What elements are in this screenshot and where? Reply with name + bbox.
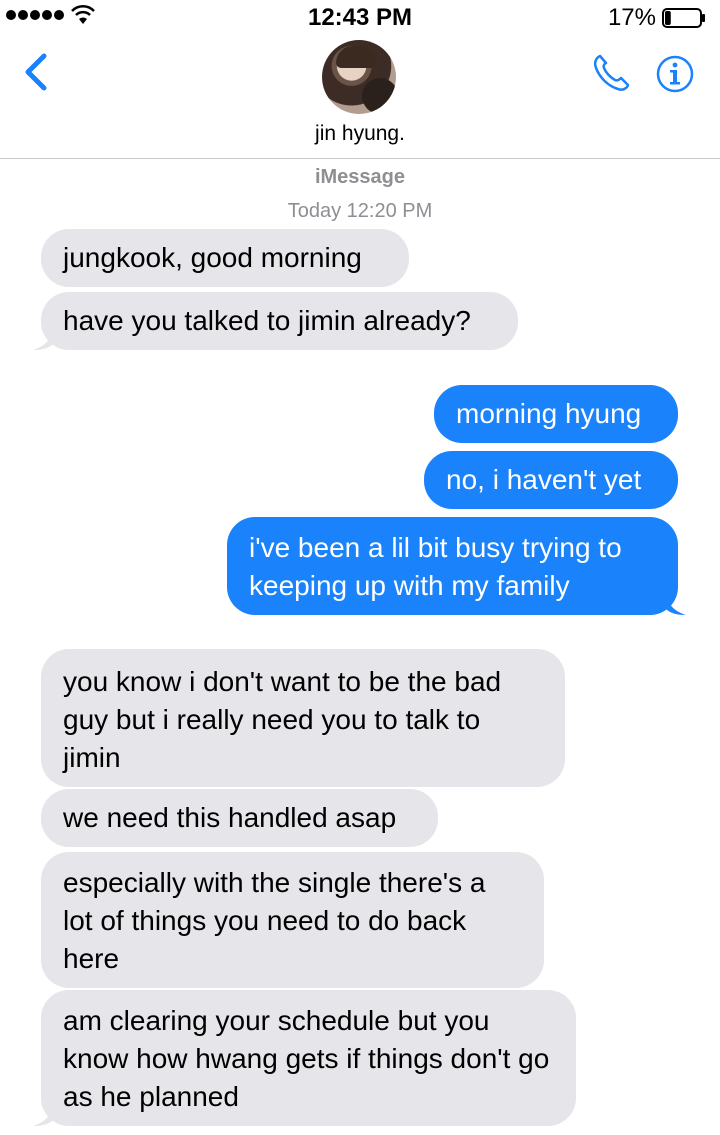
message-bubble-incoming[interactable]: jungkook, good morning	[41, 229, 409, 287]
message-text: have you talked to jimin already?	[63, 305, 471, 336]
phone-icon[interactable]	[590, 52, 632, 94]
battery-icon	[662, 8, 705, 28]
conversation-header: jin hyung.	[0, 34, 720, 159]
message-bubble-incoming[interactable]: especially with the single there's a lot…	[41, 852, 544, 988]
message-bubble-incoming[interactable]: you know i don't want to be the bad guy …	[41, 649, 565, 787]
message-bubble-outgoing[interactable]: morning hyung	[434, 385, 678, 443]
message-text: i've been a lil bit busy trying to keepi…	[249, 532, 622, 601]
message-text: no, i haven't yet	[446, 464, 642, 495]
message-bubble-incoming[interactable]: have you talked to jimin already?	[33, 292, 518, 350]
message-text: morning hyung	[456, 398, 642, 429]
message-text: you know i don't want to be the bad guy …	[63, 666, 502, 773]
bubble-tail	[33, 1104, 53, 1126]
message-text: jungkook, good morning	[63, 242, 362, 273]
message-text: am clearing your schedule but you know h…	[63, 1005, 550, 1112]
info-icon[interactable]	[655, 54, 695, 94]
chevron-left-icon[interactable]	[22, 52, 52, 92]
contact-name[interactable]: jin hyung.	[0, 122, 720, 146]
message-bubble-incoming[interactable]: am clearing your schedule but you know h…	[33, 990, 576, 1126]
status-bar: 12:43 PM 17%	[0, 0, 720, 34]
message-bubble-incoming[interactable]: we need this handled asap	[41, 789, 438, 847]
message-text: we need this handled asap	[63, 802, 397, 833]
bubble-tail	[33, 328, 53, 350]
message-bubble-outgoing[interactable]: no, i haven't yet	[424, 451, 678, 509]
conversation-timestamp: Today 12:20 PM	[287, 200, 433, 222]
avatar[interactable]	[322, 40, 396, 114]
bubble-tail	[666, 593, 686, 615]
battery-percentage: 17%	[607, 4, 656, 31]
message-text: especially with the single there's a lot…	[63, 867, 486, 974]
message-bubble-outgoing[interactable]: i've been a lil bit busy trying to keepi…	[227, 517, 686, 615]
service-label: iMessage	[314, 166, 406, 188]
